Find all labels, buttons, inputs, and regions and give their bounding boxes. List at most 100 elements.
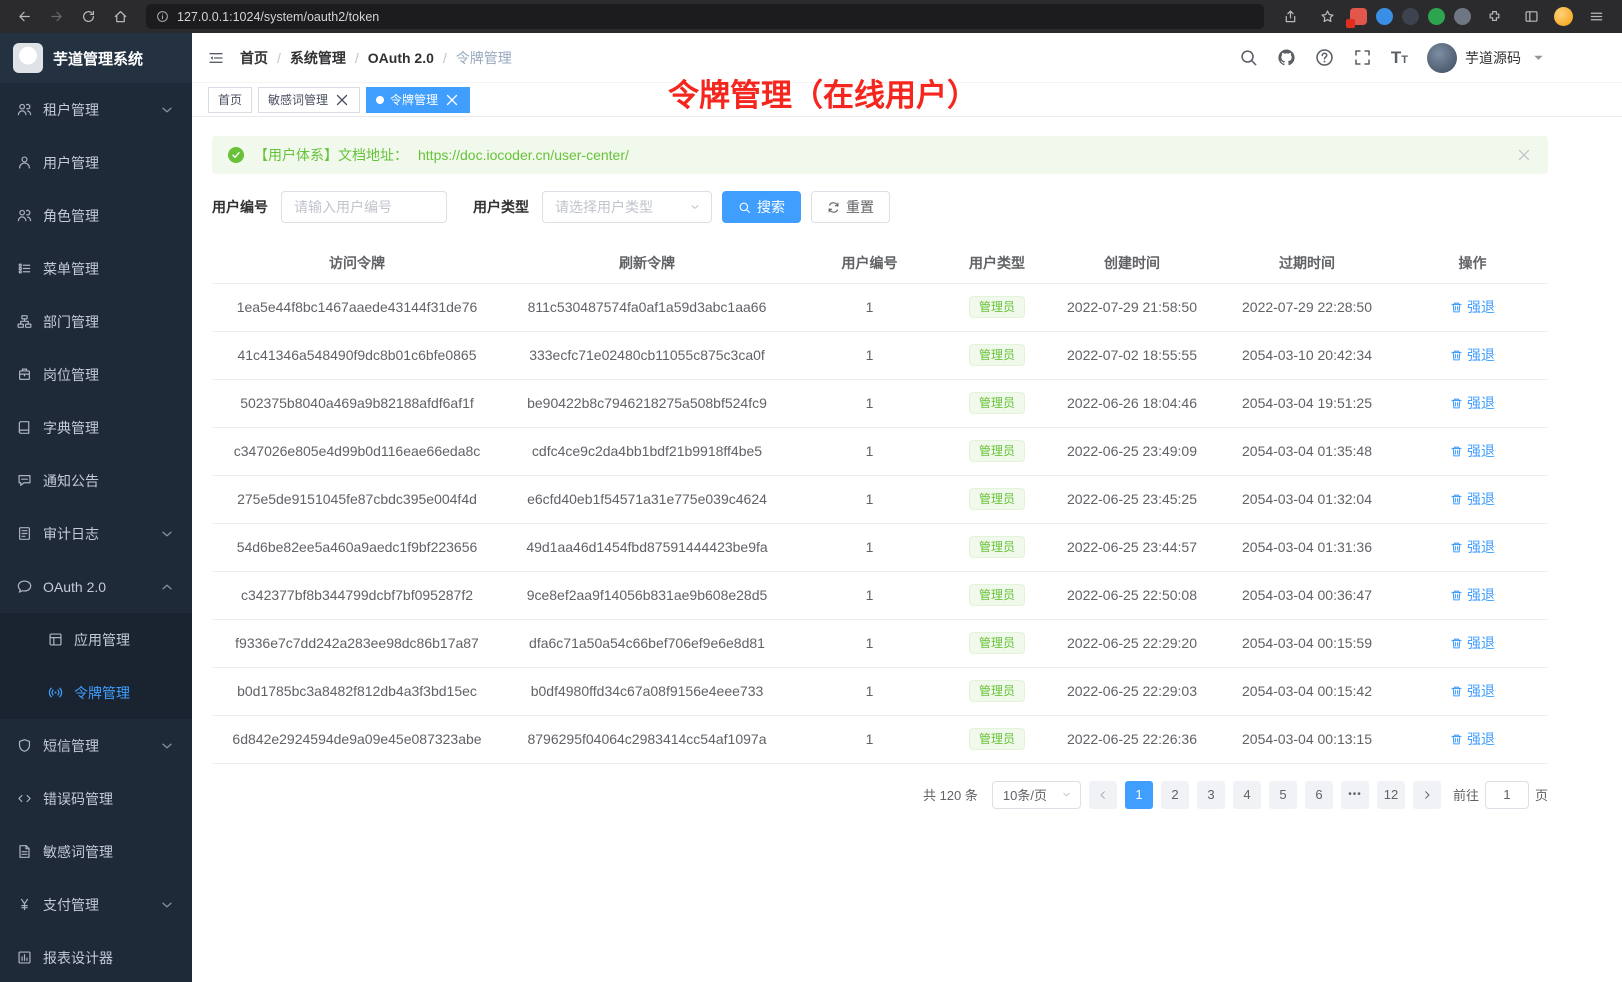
sidebar-item-report-designer[interactable]: 报表设计器 [0, 931, 192, 982]
breadcrumb-item[interactable]: 首页 [240, 48, 268, 68]
breadcrumb-item[interactable]: OAuth 2.0 [368, 50, 434, 66]
sidebar-item-oauth2-app[interactable]: 应用管理 [0, 613, 192, 666]
extension-icon[interactable] [1376, 8, 1393, 25]
browser-forward-button[interactable] [42, 5, 70, 29]
sidebar-item-dict[interactable]: 字典管理 [0, 401, 192, 454]
tab-sensitive-word[interactable]: 敏感词管理 [258, 87, 360, 113]
page-button-4[interactable]: 4 [1233, 781, 1261, 809]
force-logout-button[interactable]: 强退 [1450, 681, 1495, 701]
user-menu[interactable]: 芋道源码 [1427, 43, 1548, 73]
sidebar-item-user[interactable]: 用户管理 [0, 136, 192, 189]
pagination: 共 120 条 10条/页 123456•••12 前往 页 [212, 781, 1548, 809]
cell-expire-time: 2054-03-04 19:51:25 [1217, 379, 1397, 427]
alert-close-icon[interactable] [1516, 147, 1532, 163]
tab-token[interactable]: 令牌管理 [366, 87, 470, 113]
pager-ellipsis[interactable]: ••• [1341, 781, 1369, 809]
browser-menu-icon[interactable] [1582, 5, 1610, 29]
doc-icon [17, 844, 32, 859]
search-icon[interactable] [1239, 48, 1258, 67]
table-row: 502375b8040a469a9b82188afdf6af1f be90422… [212, 379, 1548, 427]
cell-refresh-token: 49d1aa46d1454fbd87591444423be9fa [502, 523, 792, 571]
page-button-6[interactable]: 6 [1305, 781, 1333, 809]
app-logo-row[interactable]: 芋道管理系统 [0, 33, 192, 83]
sidebar-item-sensitive-word[interactable]: 敏感词管理 [0, 825, 192, 878]
sidebar-item-oauth2[interactable]: OAuth 2.0 [0, 560, 192, 613]
site-info-icon[interactable] [156, 10, 169, 23]
tab-close-icon[interactable] [334, 92, 350, 108]
address-bar[interactable]: 127.0.0.1:1024/system/oauth2/token [146, 4, 1264, 29]
sidebar-item-sms[interactable]: 短信管理 [0, 719, 192, 772]
page-button-12[interactable]: 12 [1377, 781, 1405, 809]
sidebar-item-notice[interactable]: 通知公告 [0, 454, 192, 507]
sidebar-item-pay[interactable]: 支付管理 [0, 878, 192, 931]
prev-page-button[interactable] [1089, 781, 1117, 809]
force-logout-button[interactable]: 强退 [1450, 297, 1495, 317]
tab-home[interactable]: 首页 [208, 87, 252, 113]
cell-user-id: 1 [792, 475, 947, 523]
shield-icon [17, 738, 32, 753]
extension-icon[interactable] [1350, 8, 1367, 25]
user-id-input[interactable] [281, 191, 447, 223]
user-type-select[interactable]: 请选择用户类型 [542, 191, 712, 223]
sidebar-item-post[interactable]: 岗位管理 [0, 348, 192, 401]
page-button-3[interactable]: 3 [1197, 781, 1225, 809]
sidebar-item-role[interactable]: 角色管理 [0, 189, 192, 242]
next-page-button[interactable] [1413, 781, 1441, 809]
extensions-menu-icon[interactable] [1480, 5, 1508, 29]
force-logout-button[interactable]: 强退 [1450, 585, 1495, 605]
sidebar-item-tenant[interactable]: 租户管理 [0, 83, 192, 136]
column-header: 用户类型 [947, 243, 1047, 283]
force-logout-button[interactable]: 强退 [1450, 345, 1495, 365]
bookmark-star-icon[interactable] [1313, 5, 1341, 29]
sidebar-item-oauth2-token[interactable]: 令牌管理 [0, 666, 192, 719]
extension-icon[interactable] [1454, 8, 1471, 25]
browser-reload-button[interactable] [74, 5, 102, 29]
page-button-5[interactable]: 5 [1269, 781, 1297, 809]
tab-active-dot [376, 96, 384, 104]
goto-page-input[interactable] [1485, 781, 1529, 809]
share-icon[interactable] [1276, 5, 1304, 29]
browser-back-button[interactable] [10, 5, 38, 29]
force-logout-button[interactable]: 强退 [1450, 633, 1495, 653]
font-size-icon[interactable]: TT [1391, 48, 1408, 68]
force-logout-button[interactable]: 强退 [1450, 441, 1495, 461]
cell-expire-time: 2054-03-10 20:42:34 [1217, 331, 1397, 379]
force-logout-button[interactable]: 强退 [1450, 537, 1495, 557]
breadcrumb: 首页/系统管理/OAuth 2.0/令牌管理 [240, 48, 512, 68]
cell-expire-time: 2054-03-04 01:31:36 [1217, 523, 1397, 571]
help-icon[interactable] [1315, 48, 1334, 67]
search-button[interactable]: 搜索 [722, 191, 801, 223]
browser-actions [1276, 5, 1612, 29]
cell-user-id: 1 [792, 523, 947, 571]
browser-home-button[interactable] [106, 5, 134, 29]
sidebar-toggle-icon[interactable] [1517, 5, 1545, 29]
fullscreen-icon[interactable] [1353, 48, 1372, 67]
reset-button[interactable]: 重置 [811, 191, 890, 223]
page-button-1[interactable]: 1 [1125, 781, 1153, 809]
log-icon [17, 526, 32, 541]
sidebar-item-dept[interactable]: 部门管理 [0, 295, 192, 348]
sidebar-item-audit-log[interactable]: 审计日志 [0, 507, 192, 560]
sidebar-item-error-code[interactable]: 错误码管理 [0, 772, 192, 825]
tab-close-icon[interactable] [444, 92, 460, 108]
cell-user-id: 1 [792, 379, 947, 427]
force-logout-button[interactable]: 强退 [1450, 489, 1495, 509]
table-row: c347026e805e4d99b0d116eae66eda8c cdfc4ce… [212, 427, 1548, 475]
force-logout-button[interactable]: 强退 [1450, 393, 1495, 413]
breadcrumb-item[interactable]: 系统管理 [290, 48, 346, 68]
column-header: 用户编号 [792, 243, 947, 283]
extension-icon[interactable] [1402, 8, 1419, 25]
cell-access-token: 275e5de9151045fe87cbdc395e004f4d [212, 475, 502, 523]
sidebar-item-menu[interactable]: 菜单管理 [0, 242, 192, 295]
collapse-sidebar-button[interactable] [208, 50, 224, 66]
sidebar-menu: 租户管理 用户管理 角色管理 菜单管理 部门管理 岗位管理 字典管理 通知公告 … [0, 83, 192, 982]
page-button-2[interactable]: 2 [1161, 781, 1189, 809]
browser-profile-avatar[interactable] [1554, 7, 1573, 26]
doc-link[interactable]: https://doc.iocoder.cn/user-center/ [418, 147, 629, 163]
force-logout-button[interactable]: 强退 [1450, 729, 1495, 749]
cell-refresh-token: be90422b8c7946218275a508bf524fc9 [502, 379, 792, 427]
page-size-select[interactable]: 10条/页 [992, 781, 1081, 809]
extension-icon[interactable] [1428, 8, 1445, 25]
github-icon[interactable] [1277, 48, 1296, 67]
tree-icon [17, 314, 32, 329]
